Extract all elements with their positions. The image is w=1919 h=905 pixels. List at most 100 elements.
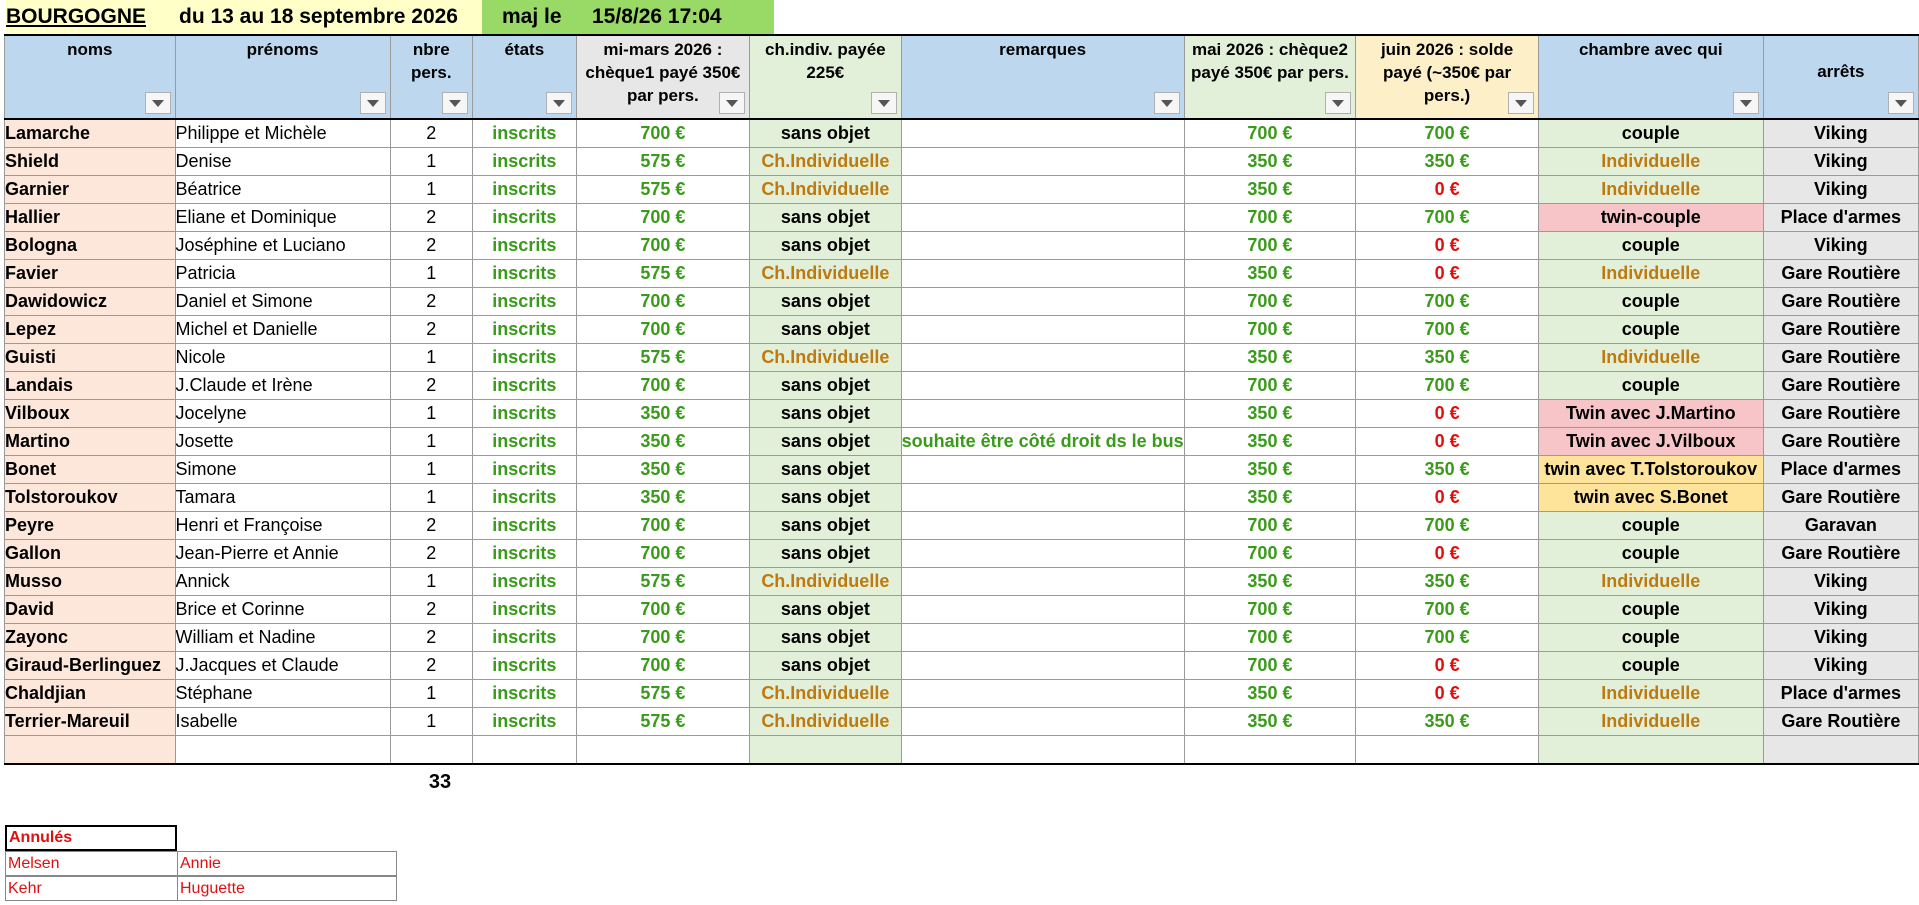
cell-arret[interactable]: Garavan — [1762, 511, 1919, 540]
cell-prenom[interactable]: J.Jacques et Claude — [174, 651, 391, 680]
cell-chindiv[interactable]: sans objet — [749, 623, 902, 652]
cell-juin[interactable]: 350 € — [1355, 567, 1539, 596]
cell-remarque[interactable] — [900, 147, 1185, 176]
cell-mai[interactable]: 700 € — [1183, 287, 1357, 316]
cell-juin[interactable]: 700 € — [1355, 315, 1539, 344]
cell-juin[interactable]: 0 € — [1355, 231, 1539, 260]
cancelled-row[interactable]: Kehr Huguette — [5, 876, 397, 901]
header-prenoms[interactable]: prénoms — [174, 34, 391, 120]
cell-nom[interactable]: Bologna — [4, 231, 176, 260]
cell-nom[interactable] — [4, 735, 176, 765]
cell-etat[interactable]: inscrits — [471, 595, 577, 624]
cell-remarque[interactable]: souhaite être côté droit ds le bus — [900, 427, 1185, 456]
header-mi-mars[interactable]: mi-mars 2026 : chèque1 payé 350€ par per… — [575, 34, 751, 120]
cell-chambre[interactable]: Twin avec J.Martino — [1537, 399, 1764, 428]
cell-mai[interactable]: 700 € — [1183, 315, 1357, 344]
cell-chindiv[interactable]: sans objet — [749, 427, 902, 456]
cell-arret[interactable]: Viking — [1762, 175, 1919, 204]
cell-nbre[interactable] — [389, 735, 473, 765]
cell-etat[interactable]: inscrits — [471, 259, 577, 288]
cell-chindiv[interactable]: Ch.Individuelle — [749, 259, 902, 288]
cell-remarque[interactable] — [900, 118, 1185, 148]
cell-chindiv[interactable]: sans objet — [749, 651, 902, 680]
cell-mi-mars[interactable]: 700 € — [575, 371, 751, 400]
cell-juin[interactable]: 0 € — [1355, 651, 1539, 680]
filter-dropdown-icon[interactable] — [545, 92, 572, 114]
cell-remarque[interactable] — [900, 287, 1185, 316]
cell-prenom[interactable]: William et Nadine — [174, 623, 391, 652]
cell-chindiv[interactable]: Ch.Individuelle — [749, 343, 902, 372]
cell-nom[interactable]: Garnier — [4, 175, 176, 204]
cell-mai[interactable]: 700 € — [1183, 118, 1357, 148]
cell-remarque[interactable] — [900, 651, 1185, 680]
cell-juin[interactable]: 0 € — [1355, 679, 1539, 708]
cell-etat[interactable]: inscrits — [471, 175, 577, 204]
cell-mi-mars[interactable]: 700 € — [575, 651, 751, 680]
cell-mi-mars[interactable]: 350 € — [575, 427, 751, 456]
cell-prenom[interactable]: J.Claude et Irène — [174, 371, 391, 400]
cell-prenom[interactable] — [174, 735, 391, 765]
cell-etat[interactable]: inscrits — [471, 511, 577, 540]
cell-chindiv[interactable]: sans objet — [749, 595, 902, 624]
cell-etat[interactable]: inscrits — [471, 567, 577, 596]
cell-juin[interactable]: 0 € — [1355, 399, 1539, 428]
cell-arret[interactable]: Gare Routière — [1762, 371, 1919, 400]
header-chindiv[interactable]: ch.indiv. payée 225€ — [749, 34, 902, 120]
cell-juin[interactable]: 0 € — [1355, 259, 1539, 288]
cell-chindiv[interactable]: sans objet — [749, 455, 902, 484]
cell-nom[interactable]: Vilboux — [4, 399, 176, 428]
cell-prenom[interactable]: Jean-Pierre et Annie — [174, 539, 391, 568]
cell-prenom[interactable]: Stéphane — [174, 679, 391, 708]
cell-etat[interactable]: inscrits — [471, 679, 577, 708]
cell-etat[interactable]: inscrits — [471, 707, 577, 736]
cell-arret[interactable]: Gare Routière — [1762, 399, 1919, 428]
cell-mi-mars[interactable]: 575 € — [575, 259, 751, 288]
cell-arret[interactable]: Gare Routière — [1762, 259, 1919, 288]
cell-nom[interactable]: Dawidowicz — [4, 287, 176, 316]
cell-juin[interactable]: 0 € — [1355, 483, 1539, 512]
header-nbre[interactable]: nbre pers. — [389, 34, 473, 120]
cell-chindiv[interactable]: sans objet — [749, 511, 902, 540]
cell-prenom[interactable]: Béatrice — [174, 175, 391, 204]
cell-chambre[interactable]: couple — [1537, 623, 1764, 652]
cell-chambre[interactable]: Individuelle — [1537, 679, 1764, 708]
cell-nbre[interactable]: 1 — [389, 455, 473, 484]
cell-nbre[interactable]: 2 — [389, 231, 473, 260]
cell-arret[interactable]: Gare Routière — [1762, 483, 1919, 512]
total-personnes[interactable]: 33 — [396, 771, 484, 794]
cell-mai[interactable]: 350 € — [1183, 343, 1357, 372]
cell-remarque[interactable] — [900, 343, 1185, 372]
cell-juin[interactable]: 700 € — [1355, 118, 1539, 148]
filter-dropdown-icon[interactable] — [1732, 92, 1759, 114]
cell-etat[interactable]: inscrits — [471, 343, 577, 372]
cell-juin[interactable]: 0 € — [1355, 539, 1539, 568]
cell-chambre[interactable]: couple — [1537, 287, 1764, 316]
cell-nbre[interactable]: 1 — [389, 259, 473, 288]
header-noms[interactable]: noms — [4, 34, 176, 120]
update-label[interactable]: maj le — [482, 0, 590, 34]
cell-remarque[interactable] — [900, 735, 1185, 765]
cell-juin[interactable]: 700 € — [1355, 371, 1539, 400]
cell-nbre[interactable]: 2 — [389, 371, 473, 400]
cell-chindiv[interactable]: sans objet — [749, 231, 902, 260]
cell-etat[interactable]: inscrits — [471, 371, 577, 400]
cell-arret[interactable]: Viking — [1762, 231, 1919, 260]
cell-nom[interactable]: Giraud-Berlinguez — [4, 651, 176, 680]
cell-nbre[interactable]: 1 — [389, 679, 473, 708]
cell-mai[interactable]: 350 € — [1183, 483, 1357, 512]
cell-nbre[interactable]: 2 — [389, 203, 473, 232]
filter-dropdown-icon[interactable] — [719, 92, 746, 114]
cell-remarque[interactable] — [900, 483, 1185, 512]
cell-remarque[interactable] — [900, 595, 1185, 624]
cell-mi-mars[interactable]: 350 € — [575, 399, 751, 428]
cell-remarque[interactable] — [900, 315, 1185, 344]
header-etats[interactable]: états — [471, 34, 577, 120]
cell-arret[interactable]: Viking — [1762, 147, 1919, 176]
cell-nbre[interactable]: 1 — [389, 427, 473, 456]
cell-mi-mars[interactable]: 575 € — [575, 343, 751, 372]
cell-arret[interactable]: Gare Routière — [1762, 287, 1919, 316]
cell-chindiv[interactable]: sans objet — [749, 483, 902, 512]
cell-chambre[interactable]: couple — [1537, 511, 1764, 540]
cell-nbre[interactable]: 1 — [389, 147, 473, 176]
cell-arret[interactable] — [1762, 735, 1919, 765]
